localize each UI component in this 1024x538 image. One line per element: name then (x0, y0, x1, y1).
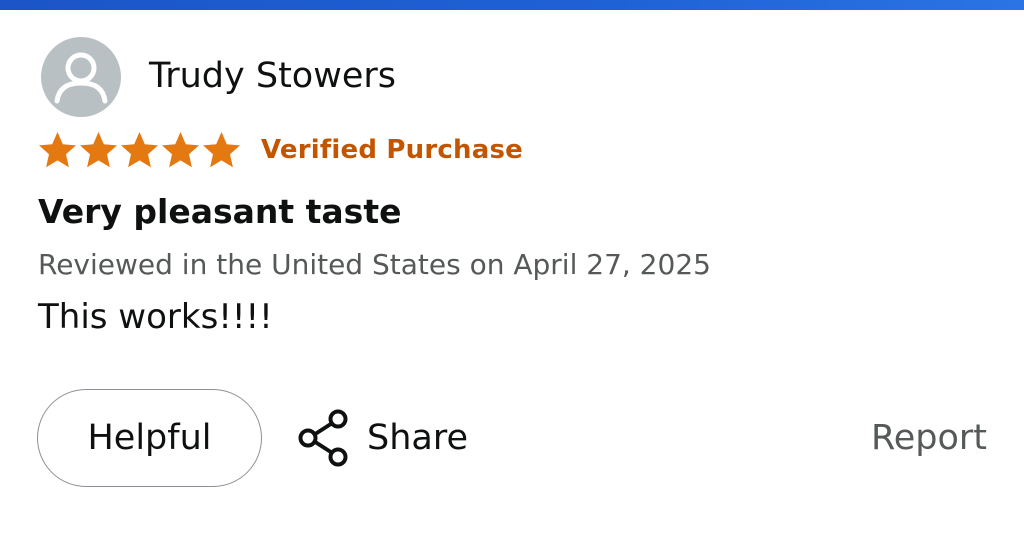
star-icon (80, 132, 117, 168)
review-title: Very pleasant taste (38, 192, 402, 231)
star-icon (121, 132, 158, 168)
avatar (41, 37, 121, 117)
helpful-button[interactable]: Helpful (37, 389, 262, 487)
share-icon (298, 409, 348, 467)
review-body: This works!!!! (38, 297, 273, 337)
report-link[interactable]: Report (871, 416, 987, 460)
star-icon (162, 132, 199, 168)
verified-purchase-badge: Verified Purchase (261, 135, 523, 165)
reviewer-name[interactable]: Trudy Stowers (149, 55, 396, 97)
review-date: Reviewed in the United States on April 2… (38, 248, 711, 281)
star-icon (203, 132, 240, 168)
review-card: Trudy Stowers Verified Purchase Very ple… (0, 0, 1024, 538)
star-rating (37, 130, 242, 170)
star-icon (39, 132, 76, 168)
person-icon (54, 52, 108, 104)
share-button[interactable]: Share (295, 408, 468, 468)
helpful-button-label: Helpful (87, 418, 212, 458)
share-label: Share (367, 418, 469, 458)
